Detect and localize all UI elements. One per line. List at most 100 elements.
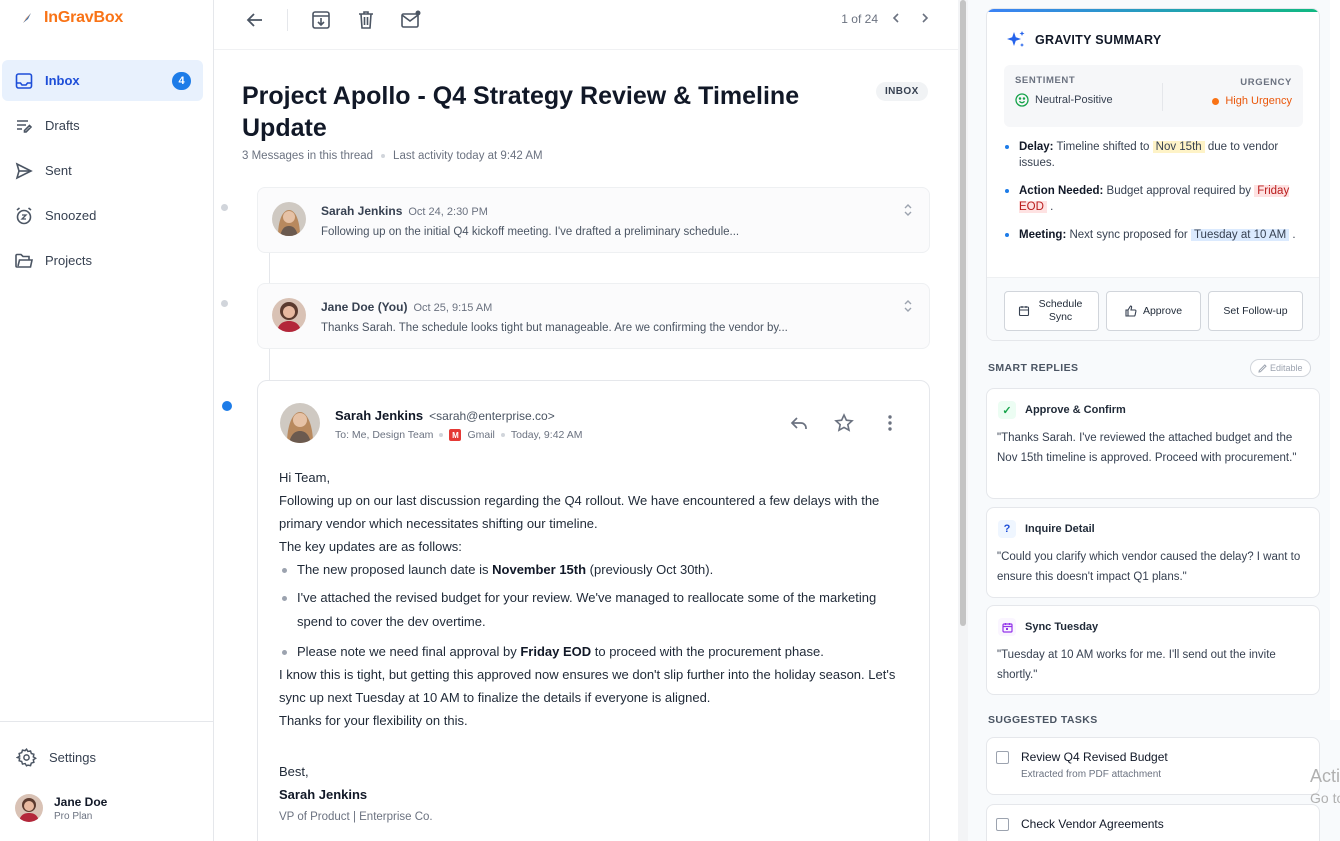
- question-icon: ?: [998, 520, 1016, 538]
- brand[interactable]: InGravBox: [22, 9, 123, 27]
- sparkles-icon: [1007, 31, 1025, 47]
- schedule-sync-button[interactable]: Schedule Sync: [1004, 291, 1099, 331]
- summary-actions: Schedule Sync Approve Set Follow-up: [987, 277, 1319, 340]
- thumbs-up-icon: [1125, 305, 1137, 317]
- sentiment-value: Neutral-Positive: [1015, 93, 1113, 107]
- activation-watermark: Activate Windows Go to Settings to activ…: [1310, 765, 1340, 809]
- star-button[interactable]: [834, 413, 854, 433]
- sidebar-item-label: Snoozed: [45, 208, 97, 223]
- list-item: I've attached the revised budget for you…: [282, 586, 909, 634]
- list-item: The new proposed launch date is November…: [282, 558, 909, 581]
- task-checkbox[interactable]: [996, 818, 1009, 831]
- reply-button[interactable]: [789, 413, 809, 433]
- sidebar-item-label: Sent: [45, 163, 72, 178]
- suggested-tasks-heading: SUGGESTED TASKS: [988, 714, 1098, 726]
- user-profile[interactable]: Jane Doe Pro Plan: [15, 794, 107, 822]
- point-text: .: [1050, 201, 1054, 213]
- last-activity: Last activity today at 9:42 AM: [393, 150, 543, 162]
- expand-button[interactable]: [903, 300, 913, 312]
- sender-name: Sarah Jenkins: [321, 204, 403, 218]
- archive-button[interactable]: [310, 9, 332, 31]
- button-label: Set Follow-up: [1223, 304, 1288, 317]
- smart-reply-card[interactable]: ✓ Approve & Confirm "Thanks Sarah. I've …: [986, 388, 1320, 499]
- settings-label: Settings: [49, 750, 96, 765]
- sidebar: InGravBox Inbox 4 Drafts Sent Snoozed Pr…: [0, 0, 214, 841]
- signature-name: Sarah Jenkins: [279, 787, 368, 802]
- collapsed-message[interactable]: Jane Doe (You) Oct 25, 9:15 AM Thanks Sar…: [257, 283, 930, 349]
- signature-role: VP of Product | Enterprise Co.: [279, 811, 433, 823]
- gravity-summary-card: GRAVITY SUMMARY SENTIMENT Neutral-Positi…: [986, 8, 1320, 341]
- sidebar-item-sent[interactable]: Sent: [2, 150, 203, 191]
- message-recipients: To: Me, Design Team M Gmail Today, 9:42 …: [335, 429, 582, 441]
- summary-title: GRAVITY SUMMARY: [1005, 29, 1162, 51]
- approve-button[interactable]: Approve: [1106, 291, 1201, 331]
- archive-icon: [312, 11, 330, 29]
- user-plan: Pro Plan: [54, 810, 93, 822]
- avatar: [280, 403, 320, 443]
- list-text: to proceed with the procurement phase.: [591, 644, 824, 659]
- task-checkbox[interactable]: [996, 751, 1009, 764]
- summary-point: Delay: Timeline shifted to Nov 15th due …: [1005, 139, 1305, 171]
- greeting: Hi Team,: [279, 470, 331, 485]
- reply-title: Approve & Confirm: [1025, 404, 1126, 416]
- accent-bar: [987, 9, 1319, 12]
- sidebar-item-projects[interactable]: Projects: [2, 240, 203, 281]
- toolbar-divider: [287, 9, 288, 31]
- body-paragraph: Following up on our last discussion rega…: [279, 493, 880, 531]
- reply-header: Sync Tuesday: [998, 618, 1098, 636]
- mark-unread-button[interactable]: [400, 9, 422, 31]
- thread-subject: Project Apollo - Q4 Strategy Review & Ti…: [242, 82, 800, 142]
- highlight-deadline: Friday EOD: [520, 644, 592, 659]
- message-snippet: Thanks Sarah. The schedule looks tight b…: [321, 322, 788, 334]
- pencil-icon: [1258, 363, 1267, 373]
- updates-list: The new proposed launch date is November…: [279, 558, 909, 663]
- sidebar-item-drafts[interactable]: Drafts: [2, 105, 203, 146]
- editable-label: Editable: [1270, 363, 1303, 373]
- expand-icon: [904, 300, 912, 312]
- avatar: [15, 794, 43, 822]
- message-snippet: Following up on the initial Q4 kickoff m…: [321, 226, 740, 238]
- folder-icon: [15, 253, 33, 268]
- more-options-button[interactable]: [881, 413, 899, 433]
- list-text: Please note we need final approval by: [297, 644, 521, 659]
- smile-icon: [1015, 93, 1029, 107]
- folder-tag[interactable]: INBOX: [876, 82, 928, 101]
- smart-reply-card[interactable]: ? Inquire Detail "Could you clarify whic…: [986, 507, 1320, 598]
- check-icon: ✓: [998, 401, 1016, 419]
- smart-replies-heading: SMART REPLIES: [988, 362, 1079, 374]
- reply-text: "Could you clarify which vendor caused t…: [997, 551, 1301, 583]
- panel-scrollbar[interactable]: [1330, 0, 1340, 720]
- sentiment-label: SENTIMENT: [1015, 75, 1076, 86]
- expand-icon: [904, 204, 912, 216]
- timeline-dot-active: [222, 401, 232, 411]
- sidebar-item-label: Drafts: [45, 118, 80, 133]
- next-button[interactable]: [919, 11, 931, 25]
- main-scrollbar[interactable]: [958, 0, 968, 841]
- sidebar-item-label: Projects: [45, 253, 92, 268]
- back-button[interactable]: [244, 9, 266, 31]
- expand-button[interactable]: [903, 204, 913, 216]
- collapsed-message[interactable]: Sarah Jenkins Oct 24, 2:30 PM Following u…: [257, 187, 930, 253]
- reply-header: ? Inquire Detail: [998, 520, 1095, 538]
- trash-icon: [359, 11, 373, 29]
- delete-button[interactable]: [355, 9, 377, 31]
- sidebar-item-inbox[interactable]: Inbox 4: [2, 60, 203, 101]
- smart-reply-card[interactable]: Sync Tuesday "Tuesday at 10 AM works for…: [986, 605, 1320, 695]
- settings-button[interactable]: Settings: [16, 747, 96, 768]
- pager-label: 1 of 24: [841, 12, 878, 26]
- sender-name: Sarah Jenkins: [335, 408, 424, 423]
- thread-view: 1 of 24 Project Apollo - Q4 Strategy Rev…: [214, 0, 958, 841]
- prev-button[interactable]: [890, 11, 902, 25]
- scrollbar-thumb[interactable]: [960, 0, 966, 626]
- set-follow-up-button[interactable]: Set Follow-up: [1208, 291, 1303, 331]
- avatar: [272, 298, 306, 332]
- task-source: Extracted from PDF attachment: [1021, 769, 1162, 780]
- mail-dot-icon: [401, 10, 421, 28]
- urgency-label: URGENCY: [1240, 77, 1292, 88]
- task-title: Review Q4 Revised Budget: [1021, 750, 1168, 764]
- editable-toggle[interactable]: Editable: [1250, 359, 1311, 377]
- divider: [1162, 83, 1163, 111]
- sidebar-item-snoozed[interactable]: Snoozed: [2, 195, 203, 236]
- sender-email[interactable]: <sarah@enterprise.co>: [429, 409, 555, 423]
- point-text: .: [1292, 229, 1296, 241]
